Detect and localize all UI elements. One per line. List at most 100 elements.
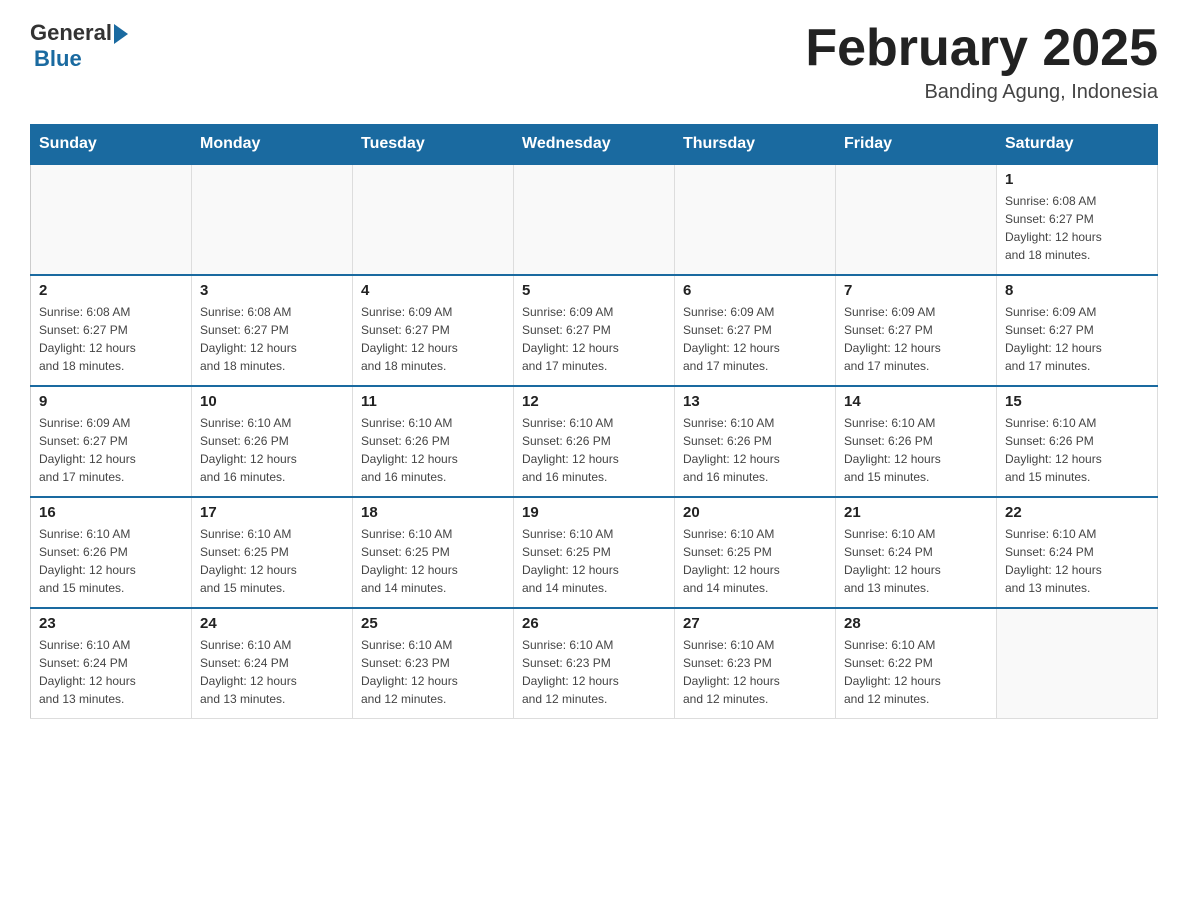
day-info: Sunrise: 6:10 AM Sunset: 6:26 PM Dayligh… xyxy=(683,414,827,486)
calendar-cell: 5 Sunrise: 6:09 AM Sunset: 6:27 PM Daylig… xyxy=(514,275,675,386)
day-number: 27 xyxy=(683,615,827,632)
header-day-sunday: Sunday xyxy=(31,125,192,165)
calendar-cell: 27 Sunrise: 6:10 AM Sunset: 6:23 PM Dayli… xyxy=(675,608,836,719)
day-number: 22 xyxy=(1005,504,1149,521)
page-header: General Blue February 2025 Banding Agung… xyxy=(30,20,1158,104)
day-number: 3 xyxy=(200,282,344,299)
header-day-friday: Friday xyxy=(836,125,997,165)
day-number: 12 xyxy=(522,393,666,410)
calendar-cell: 17 Sunrise: 6:10 AM Sunset: 6:25 PM Dayli… xyxy=(192,497,353,608)
logo-general-text: General xyxy=(30,20,112,46)
day-number: 25 xyxy=(361,615,505,632)
calendar-cell: 4 Sunrise: 6:09 AM Sunset: 6:27 PM Daylig… xyxy=(353,275,514,386)
day-number: 6 xyxy=(683,282,827,299)
day-info: Sunrise: 6:10 AM Sunset: 6:26 PM Dayligh… xyxy=(522,414,666,486)
calendar-cell: 23Sunrise: 6:10 AM Sunset: 6:24 PM Dayli… xyxy=(31,608,192,719)
day-number: 20 xyxy=(683,504,827,521)
day-number: 23 xyxy=(39,615,183,632)
calendar-cell: 15Sunrise: 6:10 AM Sunset: 6:26 PM Dayli… xyxy=(997,386,1158,497)
calendar-cell: 6Sunrise: 6:09 AM Sunset: 6:27 PM Daylig… xyxy=(675,275,836,386)
calendar-cell: 25 Sunrise: 6:10 AM Sunset: 6:23 PM Dayli… xyxy=(353,608,514,719)
day-info: Sunrise: 6:10 AM Sunset: 6:25 PM Dayligh… xyxy=(200,525,344,597)
calendar-cell: 7 Sunrise: 6:09 AM Sunset: 6:27 PM Daylig… xyxy=(836,275,997,386)
day-number: 5 xyxy=(522,282,666,299)
calendar-cell: 24 Sunrise: 6:10 AM Sunset: 6:24 PM Dayli… xyxy=(192,608,353,719)
day-number: 28 xyxy=(844,615,988,632)
day-info: Sunrise: 6:10 AM Sunset: 6:23 PM Dayligh… xyxy=(361,636,505,708)
day-info: Sunrise: 6:10 AM Sunset: 6:24 PM Dayligh… xyxy=(1005,525,1149,597)
header-day-thursday: Thursday xyxy=(675,125,836,165)
day-number: 14 xyxy=(844,393,988,410)
day-info: Sunrise: 6:10 AM Sunset: 6:26 PM Dayligh… xyxy=(200,414,344,486)
calendar-week-4: 23 Sunrise: 6:10 AM Sunset: 6:24 PM Dayli… xyxy=(31,608,1158,719)
day-info: Sunrise: 6:09 AM Sunset: 6:27 PM Dayligh… xyxy=(361,303,505,375)
calendar-cell xyxy=(514,164,675,275)
day-number: 2 xyxy=(39,282,183,299)
day-info: Sunrise: 6:09 AM Sunset: 6:27 PM Dayligh… xyxy=(1005,303,1149,375)
calendar-cell xyxy=(675,164,836,275)
calendar-cell: 14 Sunrise: 6:10 AM Sunset: 6:26 PM Dayli… xyxy=(836,386,997,497)
day-info: Sunrise: 6:10 AM Sunset: 6:25 PM Dayligh… xyxy=(522,525,666,597)
day-number: 4 xyxy=(361,282,505,299)
day-info: Sunrise: 6:08 AM Sunset: 6:27 PM Dayligh… xyxy=(1005,192,1149,264)
header-day-wednesday: Wednesday xyxy=(514,125,675,165)
calendar-cell: 10Sunrise: 6:10 AM Sunset: 6:26 PM Dayli… xyxy=(192,386,353,497)
calendar-cell xyxy=(997,608,1158,719)
day-info: Sunrise: 6:10 AM Sunset: 6:26 PM Dayligh… xyxy=(844,414,988,486)
calendar-cell xyxy=(836,164,997,275)
day-number: 17 xyxy=(200,504,344,521)
calendar-week-2: 9Sunrise: 6:09 AM Sunset: 6:27 PM Daylig… xyxy=(31,386,1158,497)
day-info: Sunrise: 6:08 AM Sunset: 6:27 PM Dayligh… xyxy=(39,303,183,375)
calendar-cell xyxy=(353,164,514,275)
day-info: Sunrise: 6:10 AM Sunset: 6:23 PM Dayligh… xyxy=(522,636,666,708)
calendar-cell: 9Sunrise: 6:09 AM Sunset: 6:27 PM Daylig… xyxy=(31,386,192,497)
header-row: SundayMondayTuesdayWednesdayThursdayFrid… xyxy=(31,125,1158,165)
calendar-cell: 12 Sunrise: 6:10 AM Sunset: 6:26 PM Dayli… xyxy=(514,386,675,497)
day-info: Sunrise: 6:09 AM Sunset: 6:27 PM Dayligh… xyxy=(522,303,666,375)
calendar-cell: 28 Sunrise: 6:10 AM Sunset: 6:22 PM Dayli… xyxy=(836,608,997,719)
month-title: February 2025 xyxy=(805,20,1158,77)
calendar-cell: 19 Sunrise: 6:10 AM Sunset: 6:25 PM Dayli… xyxy=(514,497,675,608)
day-number: 1 xyxy=(1005,171,1149,188)
calendar-cell: 1 Sunrise: 6:08 AM Sunset: 6:27 PM Daylig… xyxy=(997,164,1158,275)
day-info: Sunrise: 6:10 AM Sunset: 6:26 PM Dayligh… xyxy=(1005,414,1149,486)
calendar-cell xyxy=(31,164,192,275)
calendar-cell: 13 Sunrise: 6:10 AM Sunset: 6:26 PM Dayli… xyxy=(675,386,836,497)
header-day-monday: Monday xyxy=(192,125,353,165)
day-number: 21 xyxy=(844,504,988,521)
day-number: 24 xyxy=(200,615,344,632)
logo: General Blue xyxy=(30,20,128,72)
day-info: Sunrise: 6:10 AM Sunset: 6:25 PM Dayligh… xyxy=(361,525,505,597)
day-info: Sunrise: 6:10 AM Sunset: 6:23 PM Dayligh… xyxy=(683,636,827,708)
day-number: 7 xyxy=(844,282,988,299)
calendar-table: SundayMondayTuesdayWednesdayThursdayFrid… xyxy=(30,124,1158,719)
calendar-cell: 20Sunrise: 6:10 AM Sunset: 6:25 PM Dayli… xyxy=(675,497,836,608)
day-number: 16 xyxy=(39,504,183,521)
day-info: Sunrise: 6:10 AM Sunset: 6:24 PM Dayligh… xyxy=(200,636,344,708)
calendar-week-1: 2 Sunrise: 6:08 AM Sunset: 6:27 PM Daylig… xyxy=(31,275,1158,386)
header-day-tuesday: Tuesday xyxy=(353,125,514,165)
calendar-cell: 18 Sunrise: 6:10 AM Sunset: 6:25 PM Dayli… xyxy=(353,497,514,608)
day-number: 19 xyxy=(522,504,666,521)
day-info: Sunrise: 6:08 AM Sunset: 6:27 PM Dayligh… xyxy=(200,303,344,375)
location-label: Banding Agung, Indonesia xyxy=(805,81,1158,104)
calendar-cell: 11Sunrise: 6:10 AM Sunset: 6:26 PM Dayli… xyxy=(353,386,514,497)
day-number: 11 xyxy=(361,393,505,410)
day-number: 18 xyxy=(361,504,505,521)
day-number: 8 xyxy=(1005,282,1149,299)
calendar-cell: 26 Sunrise: 6:10 AM Sunset: 6:23 PM Dayli… xyxy=(514,608,675,719)
day-info: Sunrise: 6:10 AM Sunset: 6:24 PM Dayligh… xyxy=(844,525,988,597)
logo-arrow-icon xyxy=(114,24,128,44)
calendar-cell: 21 Sunrise: 6:10 AM Sunset: 6:24 PM Dayli… xyxy=(836,497,997,608)
calendar-cell: 2 Sunrise: 6:08 AM Sunset: 6:27 PM Daylig… xyxy=(31,275,192,386)
calendar-cell: 3 Sunrise: 6:08 AM Sunset: 6:27 PM Daylig… xyxy=(192,275,353,386)
calendar-cell xyxy=(192,164,353,275)
calendar-header: SundayMondayTuesdayWednesdayThursdayFrid… xyxy=(31,125,1158,165)
day-info: Sunrise: 6:09 AM Sunset: 6:27 PM Dayligh… xyxy=(844,303,988,375)
day-info: Sunrise: 6:10 AM Sunset: 6:22 PM Dayligh… xyxy=(844,636,988,708)
day-number: 26 xyxy=(522,615,666,632)
day-number: 13 xyxy=(683,393,827,410)
header-day-saturday: Saturday xyxy=(997,125,1158,165)
calendar-week-3: 16Sunrise: 6:10 AM Sunset: 6:26 PM Dayli… xyxy=(31,497,1158,608)
title-block: February 2025 Banding Agung, Indonesia xyxy=(805,20,1158,104)
